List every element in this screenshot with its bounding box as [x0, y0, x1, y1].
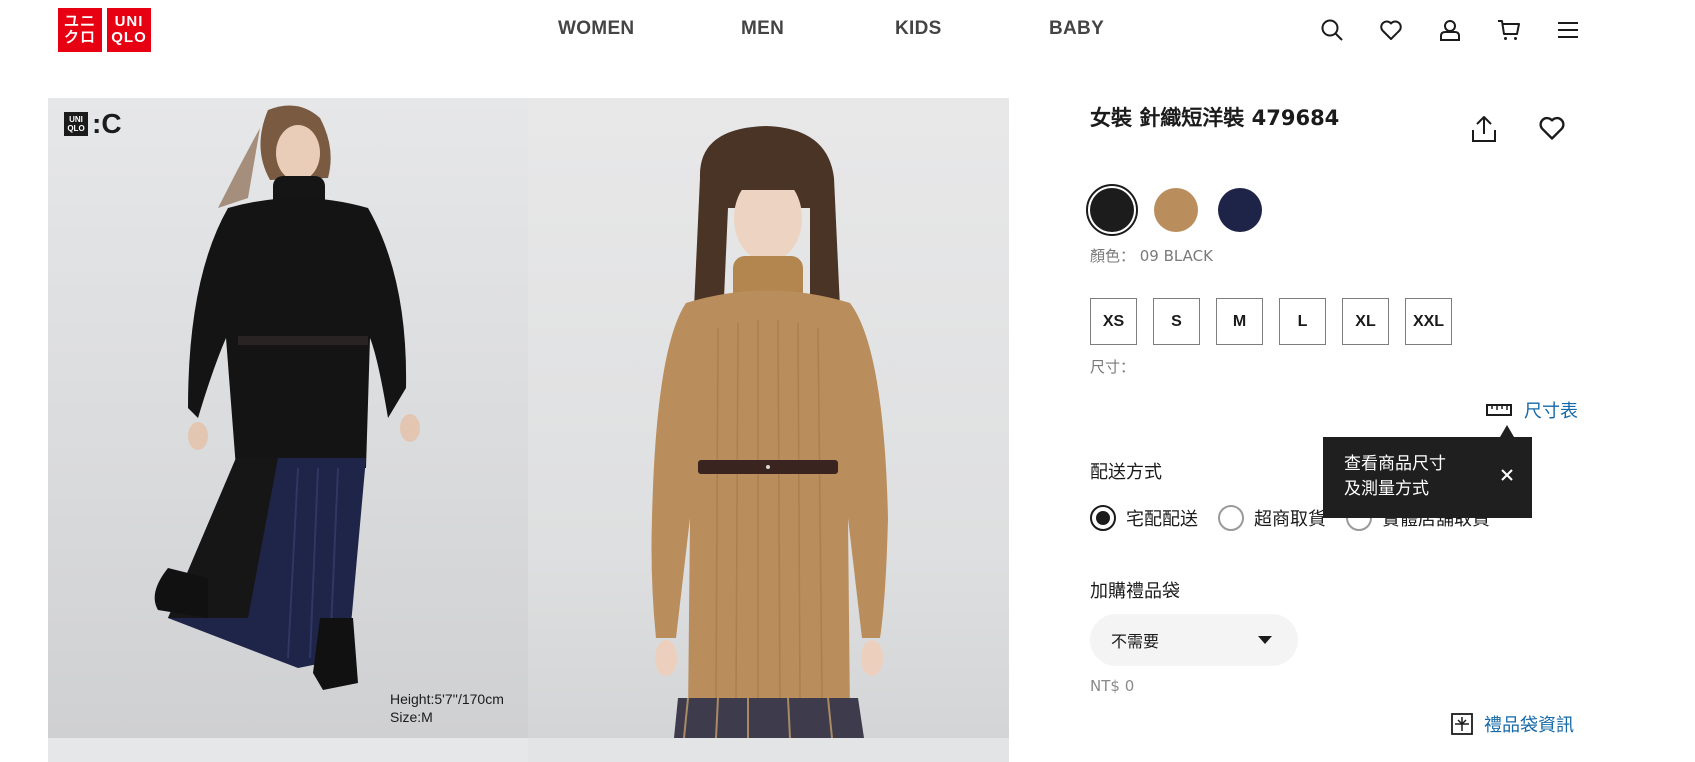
delivery-convenience-store[interactable]: 超商取貨	[1218, 505, 1326, 531]
product-title: 女裝 針織短洋裝 479684	[1090, 106, 1340, 130]
radio-circle	[1218, 505, 1244, 531]
swatch-dot	[1090, 188, 1134, 232]
model-illustration-black	[154, 105, 420, 690]
color-swatches	[1086, 184, 1266, 236]
badge-line1: UNI	[69, 115, 83, 124]
product-gallery: UNI QLO :C Height:5'7''/170cm Size:M	[48, 98, 1009, 762]
gift-bag-info-label: 禮品袋資訊	[1484, 715, 1574, 736]
size-options: XS S M L XL XXL	[1090, 298, 1452, 345]
product-photo-4[interactable]	[528, 738, 1009, 762]
nav-men[interactable]: MEN	[741, 18, 784, 40]
tooltip-arrow	[1500, 425, 1514, 437]
heart-icon[interactable]	[1379, 18, 1403, 42]
size-xxl[interactable]: XXL	[1405, 298, 1452, 345]
color-swatch-black[interactable]	[1086, 184, 1138, 236]
size-label: 尺寸：	[1090, 358, 1136, 376]
badge-line2: QLO	[67, 124, 85, 133]
gift-bag-select[interactable]: 不需要	[1090, 614, 1298, 666]
tooltip-line2: 及測量方式	[1344, 479, 1429, 499]
model-illustration-camel	[651, 126, 888, 738]
gift-icon	[1451, 713, 1473, 735]
swatch-dot	[1218, 188, 1262, 232]
uniqlo-c-badge: UNI QLO :C	[64, 108, 122, 139]
color-swatch-camel[interactable]	[1150, 184, 1202, 236]
gift-bag-price: NT$ 0	[1090, 677, 1135, 695]
model-size: Size:M	[390, 709, 433, 725]
delivery-title: 配送方式	[1090, 462, 1162, 483]
model-height: Height:5'7''/170cm	[390, 691, 504, 707]
size-xs[interactable]: XS	[1090, 298, 1137, 345]
size-chart-link[interactable]: 尺寸表	[1486, 397, 1578, 423]
product-photo-3[interactable]	[48, 738, 528, 762]
color-label: 顏色： 09 BLACK	[1090, 247, 1213, 265]
gift-bag-title: 加購禮品袋	[1090, 581, 1180, 602]
size-xl[interactable]: XL	[1342, 298, 1389, 345]
ruler-icon	[1486, 404, 1512, 416]
menu-icon[interactable]	[1556, 18, 1580, 42]
account-icon[interactable]	[1438, 18, 1462, 42]
gift-bag-info-link[interactable]: 禮品袋資訊	[1450, 711, 1574, 737]
search-icon[interactable]	[1320, 18, 1344, 42]
badge-suffix: :C	[92, 108, 122, 139]
nav-kids[interactable]: KIDS	[895, 18, 942, 40]
uniqlo-mini-logo: UNI QLO	[64, 112, 88, 136]
product-photo-camel[interactable]	[528, 98, 1009, 738]
cart-icon[interactable]	[1497, 18, 1521, 42]
size-tooltip: 查看商品尺寸 及測量方式	[1323, 437, 1532, 518]
tooltip-line1: 查看商品尺寸	[1344, 454, 1446, 474]
gift-bag-value: 不需要	[1111, 632, 1160, 651]
delivery-store-label: 超商取貨	[1254, 509, 1326, 530]
nav-baby[interactable]: BABY	[1049, 18, 1104, 40]
close-icon[interactable]	[1497, 465, 1517, 485]
share-icon[interactable]	[1470, 114, 1498, 144]
radio-circle	[1090, 505, 1116, 531]
delivery-home-label: 宅配配送	[1126, 509, 1198, 530]
site-header: ユニ クロ UNI QLO WOMEN MEN KIDS BABY	[0, 0, 1695, 64]
model-info: Height:5'7''/170cm Size:M	[390, 690, 504, 726]
nav-women[interactable]: WOMEN	[558, 18, 634, 40]
header-icons	[1320, 18, 1580, 42]
delivery-home[interactable]: 宅配配送	[1090, 505, 1198, 531]
size-s[interactable]: S	[1153, 298, 1200, 345]
chevron-down-icon	[1258, 636, 1272, 644]
size-l[interactable]: L	[1279, 298, 1326, 345]
product-photo-black[interactable]: UNI QLO :C Height:5'7''/170cm Size:M	[48, 98, 528, 738]
favorite-icon[interactable]	[1538, 114, 1566, 142]
color-swatch-navy[interactable]	[1214, 184, 1266, 236]
size-chart-label: 尺寸表	[1524, 401, 1578, 422]
size-m[interactable]: M	[1216, 298, 1263, 345]
swatch-dot	[1154, 188, 1198, 232]
tooltip-text: 查看商品尺寸 及測量方式	[1344, 452, 1446, 502]
